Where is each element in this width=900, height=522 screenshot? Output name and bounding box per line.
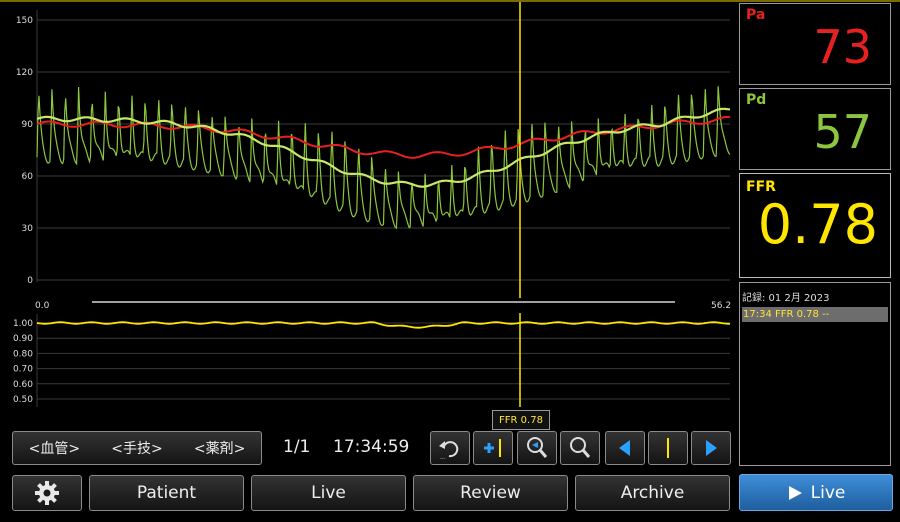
drug-selector[interactable]: <薬剤> [194,438,245,458]
ffr-value: 0.78 [757,193,878,256]
step-right-button[interactable] [691,431,731,465]
live-main-button[interactable]: Live [739,474,893,511]
pressure-tick-label: 30 [22,224,34,234]
ratio-tick-label: 0.80 [13,349,33,359]
ffr-panel: FFR 0.78 [739,173,891,278]
time-start-label: 0.0 [35,301,50,311]
live-main-label: Live [810,482,846,503]
record-log-entry[interactable]: 17:34 FFR 0.78 -- [742,307,888,322]
pd-value: 57 [813,105,872,159]
record-log: 記録: 01 2月 2023 17:34 FFR 0.78 -- [739,282,891,466]
time-end-label: 56.2 [711,301,731,311]
settings-button[interactable] [12,475,82,511]
waveform-plot[interactable]: 150 120 90 60 30 0 1.00 0.90 0.80 0.70 0.60 0.50 0.… [0,2,736,414]
page-indicator: 1/1 [283,437,311,457]
pa-panel: Pa 73 [739,3,891,85]
pressure-tick-label: 150 [16,16,33,26]
play-icon [788,485,802,500]
cursor-marker-button[interactable] [648,431,688,465]
pa-label: Pa [746,7,766,23]
ratio-tick-label: 0.50 [13,395,33,405]
review-button[interactable]: Review [413,475,568,511]
add-marker-icon [484,439,501,457]
timestamp: 17:34:59 [333,437,410,457]
undo-button[interactable]: ... [430,431,470,465]
selector-group: <血管> <手技> <薬剤> [12,431,262,465]
pd-panel: Pd 57 [739,88,891,170]
add-marker-button[interactable] [473,431,513,465]
zoom-out-button[interactable] [560,431,600,465]
step-left-button[interactable] [605,431,645,465]
record-log-header: 記録: 01 2月 2023 [742,293,830,304]
pressure-tick-label: 90 [22,120,34,130]
live-nav-button[interactable]: Live [251,475,406,511]
pa-value: 73 [813,20,872,74]
step-right-icon [706,440,717,456]
pressure-tick-label: 120 [16,68,33,78]
undo-icon: ... [439,441,459,460]
patient-button[interactable]: Patient [89,475,244,511]
step-left-icon [619,440,630,456]
ratio-tick-label: 0.90 [13,334,33,344]
pd-label: Pd [746,92,767,108]
ratio-tick-label: 0.70 [13,365,33,375]
gear-icon [35,481,59,505]
zoom-in-button[interactable] [517,431,557,465]
archive-button[interactable]: Archive [575,475,730,511]
pressure-tick-label: 0 [27,276,33,286]
zoom-out-icon [570,437,591,458]
vessel-selector[interactable]: <血管> [29,438,80,458]
cursor-tooltip: FFR 0.78 [492,410,550,430]
pressure-tick-label: 60 [22,172,34,182]
pressure-pulse-trace [36,86,731,230]
zoom-in-icon [527,437,548,458]
ratio-tick-label: 0.60 [13,380,33,390]
pd-mean-trace [36,107,731,188]
procedure-selector[interactable]: <手技> [111,438,162,458]
cursor-marker-icon [667,438,669,458]
ratio-tick-label: 1.00 [13,319,33,329]
svg-text:...: ... [440,454,446,460]
